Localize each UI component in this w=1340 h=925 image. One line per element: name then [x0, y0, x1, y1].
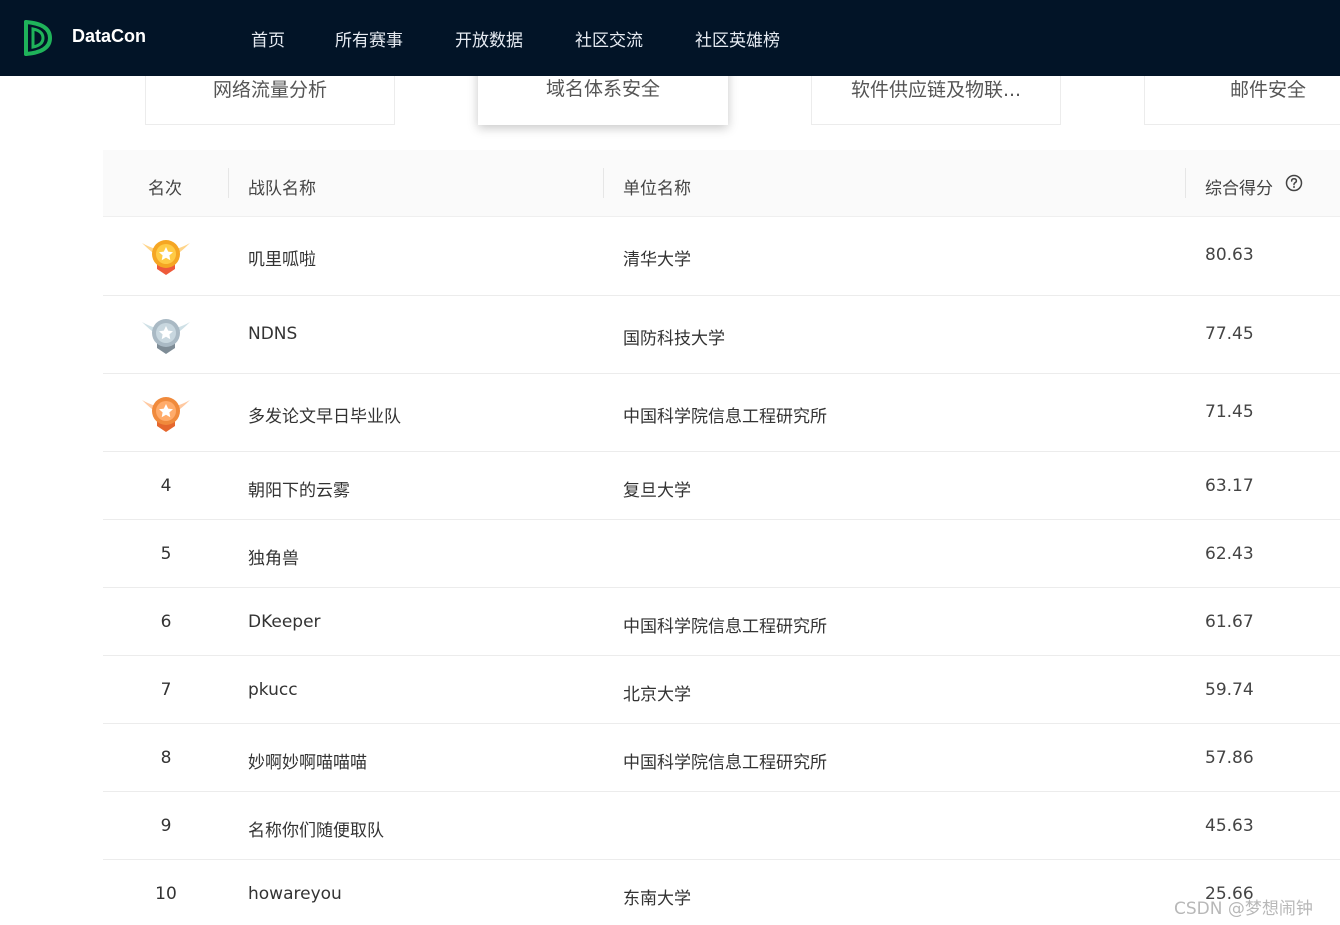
header-org: 单位名称 — [623, 179, 691, 199]
org-name: 清华大学 — [623, 250, 691, 270]
header-team: 战队名称 — [248, 179, 316, 199]
datacon-logo-icon[interactable] — [22, 18, 54, 58]
score-value: 59.74 — [1205, 680, 1254, 700]
tab-label: 网络流量分析 — [212, 79, 327, 101]
team-name: 独角兽 — [248, 549, 299, 569]
tab-label: 邮件安全 — [1230, 79, 1307, 101]
table-row[interactable]: 5 独角兽 62.43 — [103, 520, 1340, 588]
rank-number: 8 — [160, 748, 172, 768]
column-divider — [228, 168, 229, 198]
table-row[interactable]: 9 名称你们随便取队 45.63 — [103, 792, 1340, 860]
table-row[interactable]: 叽里呱啦 清华大学 80.63 — [103, 217, 1340, 296]
column-divider — [1185, 168, 1186, 198]
table-row[interactable]: 8 妙啊妙啊喵喵喵 中国科学院信息工程研究所 57.86 — [103, 724, 1340, 792]
csdn-watermark: CSDN @梦想闹钟 — [1174, 899, 1313, 919]
table-row[interactable]: 6 DKeeper 中国科学院信息工程研究所 61.67 — [103, 588, 1340, 656]
team-name: pkucc — [248, 680, 298, 700]
brand-name[interactable]: DataCon — [72, 26, 146, 47]
table-row[interactable]: 多发论文早日毕业队 中国科学院信息工程研究所 71.45 — [103, 374, 1340, 452]
score-value: 80.63 — [1205, 245, 1254, 265]
nav-open-data[interactable]: 开放数据 — [455, 26, 523, 51]
table-row[interactable]: 7 pkucc 北京大学 59.74 — [103, 656, 1340, 724]
nav-all-events[interactable]: 所有赛事 — [335, 26, 403, 51]
score-value: 71.45 — [1205, 402, 1254, 422]
org-name: 中国科学院信息工程研究所 — [623, 753, 827, 773]
tab-label: 软件供应链及物联... — [850, 79, 1022, 101]
team-name: howareyou — [248, 884, 342, 904]
team-name: NDNS — [248, 324, 298, 344]
rank-number: 7 — [160, 680, 172, 700]
team-name: 朝阳下的云雾 — [248, 481, 350, 501]
header-score: 综合得分 — [1205, 179, 1273, 199]
table-header: 名次 战队名称 单位名称 综合得分 — [103, 150, 1340, 217]
help-circle-icon[interactable] — [1285, 174, 1303, 192]
team-name: 叽里呱啦 — [248, 250, 316, 270]
silver-medal-icon — [142, 319, 190, 354]
header-rank: 名次 — [148, 179, 182, 199]
org-name: 中国科学院信息工程研究所 — [623, 407, 827, 427]
rank-number: 10 — [155, 884, 177, 904]
nav-community[interactable]: 社区交流 — [575, 26, 643, 51]
gold-medal-icon — [142, 240, 190, 275]
nav-hero-board[interactable]: 社区英雄榜 — [695, 26, 780, 51]
score-value: 57.86 — [1205, 748, 1254, 768]
team-name: 妙啊妙啊喵喵喵 — [248, 753, 367, 773]
org-name: 中国科学院信息工程研究所 — [623, 617, 827, 637]
org-name: 复旦大学 — [623, 481, 691, 501]
score-value: 62.43 — [1205, 544, 1254, 564]
bronze-medal-icon — [142, 397, 190, 432]
team-name: DKeeper — [248, 612, 321, 632]
rank-number: 5 — [160, 544, 172, 564]
table-row[interactable]: 4 朝阳下的云雾 复旦大学 63.17 — [103, 452, 1340, 520]
leaderboard-table: 名次 战队名称 单位名称 综合得分 叽里呱啦 清华大学 80.63 NDNS 国… — [103, 150, 1340, 924]
rank-number: 6 — [160, 612, 172, 632]
team-name: 多发论文早日毕业队 — [248, 407, 401, 427]
score-value: 61.67 — [1205, 612, 1254, 632]
column-divider — [603, 168, 604, 198]
org-name: 东南大学 — [623, 889, 691, 909]
org-name: 北京大学 — [623, 685, 691, 705]
team-name: 名称你们随便取队 — [248, 821, 384, 841]
tab-label: 域名体系安全 — [545, 78, 660, 100]
top-navbar: DataCon 首页 所有赛事 开放数据 社区交流 社区英雄榜 — [0, 0, 1340, 76]
rank-number: 4 — [160, 476, 172, 496]
table-row[interactable]: 10 howareyou 东南大学 25.66 — [103, 860, 1340, 924]
score-value: 63.17 — [1205, 476, 1254, 496]
table-row[interactable]: NDNS 国防科技大学 77.45 — [103, 296, 1340, 374]
score-value: 77.45 — [1205, 324, 1254, 344]
score-value: 45.63 — [1205, 816, 1254, 836]
org-name: 国防科技大学 — [623, 329, 725, 349]
rank-number: 9 — [160, 816, 172, 836]
nav-home[interactable]: 首页 — [251, 26, 285, 51]
